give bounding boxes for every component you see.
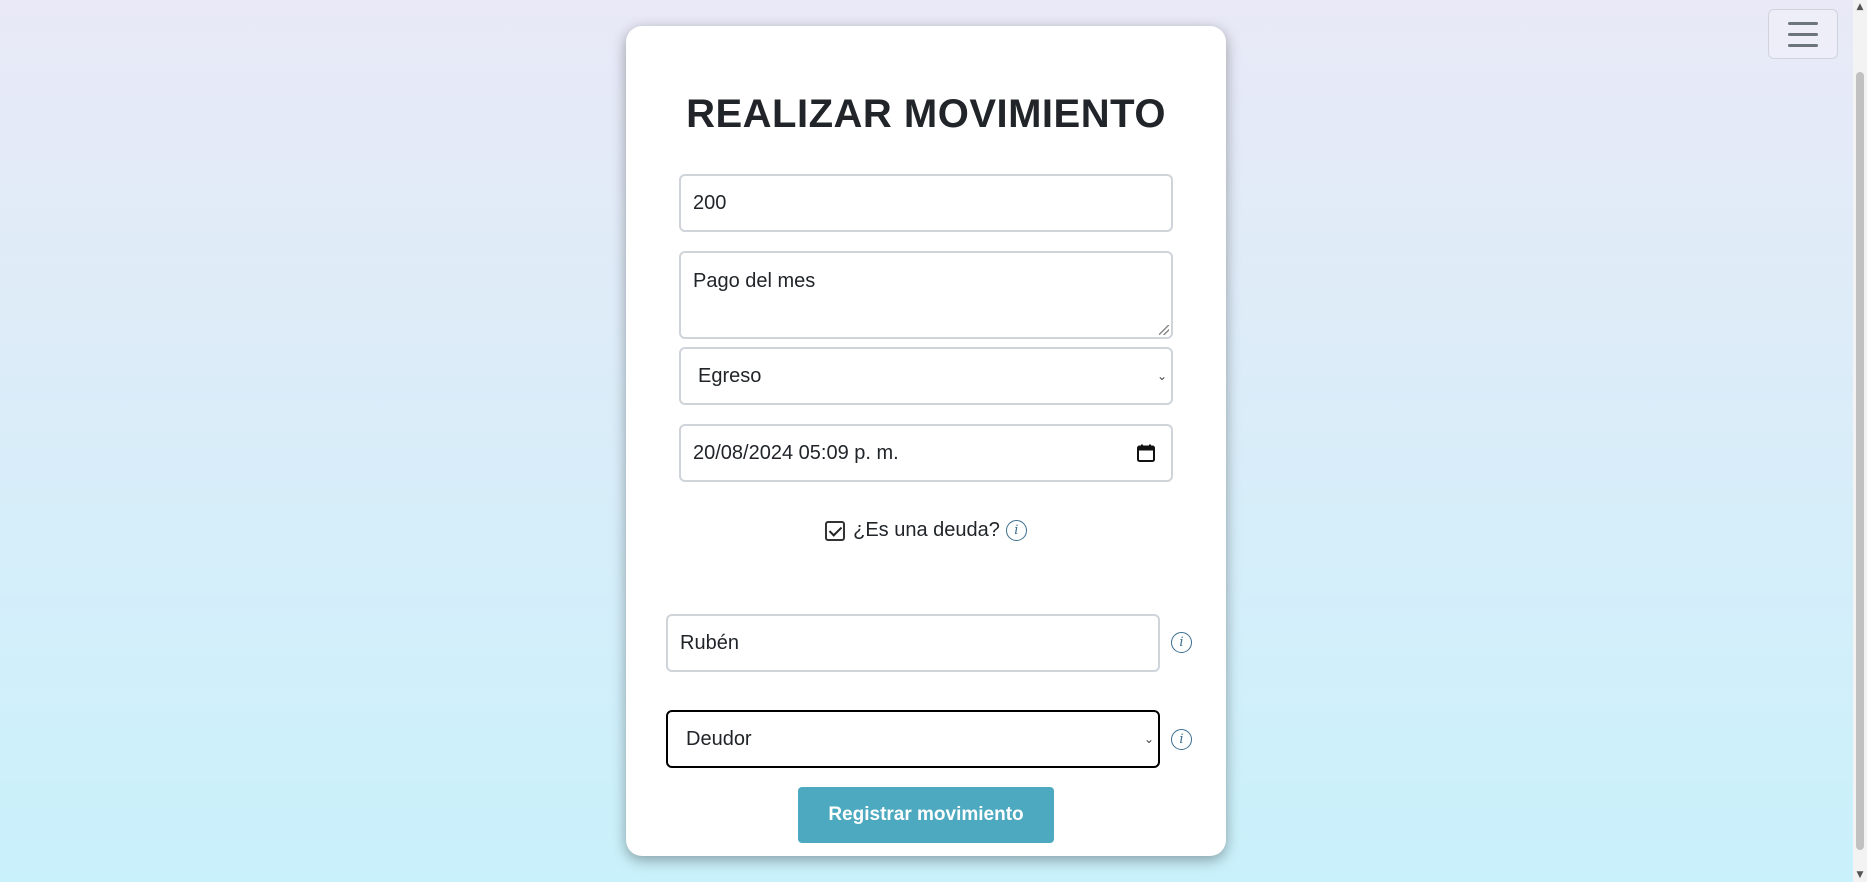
chevron-down-icon: ⌄: [1156, 369, 1167, 383]
person-name-input[interactable]: Rubén: [666, 614, 1160, 672]
debt-role-select[interactable]: Deudor ⌄: [666, 710, 1160, 768]
calendar-icon[interactable]: [1137, 444, 1155, 462]
concept-textarea[interactable]: Pago del mes: [679, 251, 1173, 339]
info-icon[interactable]: i: [1005, 520, 1027, 541]
scroll-thumb[interactable]: [1856, 72, 1864, 850]
hamburger-icon-line: [1788, 32, 1818, 36]
scroll-down-arrow-icon[interactable]: ▼: [1853, 868, 1867, 882]
chevron-down-icon: ⌄: [1143, 732, 1154, 746]
amount-value: 200: [693, 191, 727, 214]
hamburger-icon: [1788, 21, 1818, 25]
is-debt-row: ¿Es una deuda? i: [626, 519, 1226, 542]
person-name-value: Rubén: [680, 631, 739, 654]
movement-type-select[interactable]: Egreso ⌄: [679, 347, 1173, 405]
debt-role-value: Deudor: [686, 727, 752, 750]
movement-form-card: REALIZAR MOVIMIENTO 200 Pago del mes Egr…: [626, 26, 1226, 856]
register-movement-button[interactable]: Registrar movimiento: [798, 787, 1054, 843]
page-scrollbar[interactable]: ▲ ▼: [1853, 0, 1867, 882]
is-debt-checkbox[interactable]: [825, 520, 846, 541]
movement-type-value: Egreso: [698, 364, 762, 387]
datetime-input[interactable]: 20/08/2024 05:09 p. m.: [679, 424, 1173, 482]
is-debt-label: ¿Es una deuda?: [853, 519, 1000, 541]
datetime-value: 20/08/2024 05:09 p. m.: [693, 441, 899, 464]
concept-value: Pago del mes: [693, 270, 816, 292]
info-icon[interactable]: i: [1171, 729, 1192, 750]
info-icon[interactable]: i: [1171, 632, 1192, 653]
amount-input[interactable]: 200: [679, 174, 1173, 232]
hamburger-menu-button[interactable]: [1768, 9, 1838, 59]
resize-handle-icon[interactable]: [1159, 325, 1169, 335]
page-title: REALIZAR MOVIMIENTO: [686, 92, 1166, 136]
scroll-up-arrow-icon[interactable]: ▲: [1853, 0, 1867, 14]
hamburger-icon-line: [1788, 43, 1818, 47]
